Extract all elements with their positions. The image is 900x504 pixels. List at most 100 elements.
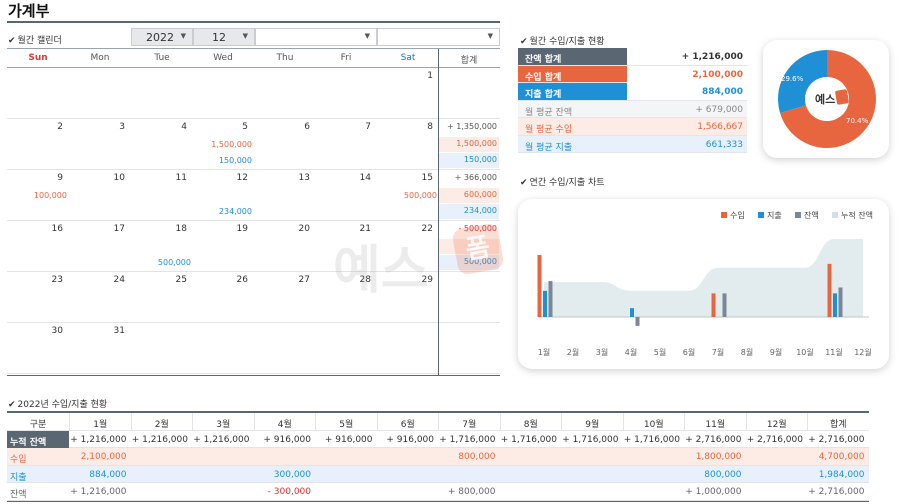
yearly-header-cell: 2월 — [130, 413, 193, 430]
x-tick-label: 2월 — [567, 347, 579, 357]
yearly-cell: + 916,000 — [263, 434, 311, 445]
legend-swatch — [832, 212, 838, 218]
yearly-table-section-label: ✔ 2022년 수입/지출 현황 — [8, 397, 107, 410]
donut-card: 예스 29.6% 70.4% — [763, 40, 889, 158]
calendar-day-cell[interactable]: 6 — [254, 119, 316, 170]
x-tick-label: 12월 — [854, 347, 872, 357]
calendar-week-row: 9 100,000 10 11 12 234,000 13 14 15 500,000 + 366,… — [7, 170, 500, 221]
day-number: 17 — [113, 224, 125, 234]
calendar-day-cell[interactable]: 30 — [7, 323, 69, 374]
calendar-day-cell[interactable]: 16 — [7, 221, 69, 272]
logo-badge — [835, 89, 849, 105]
yearly-cell — [623, 466, 685, 483]
yearly-cell: + 1,716,000 — [562, 434, 619, 445]
yearly-cell — [500, 466, 562, 483]
calendar-day-cell[interactable]: 5 1,500,000 150,000 — [192, 119, 254, 170]
calendar-day-cell[interactable]: 17 — [69, 221, 131, 272]
yearly-cell: + 2,716,000 — [808, 434, 865, 445]
title-divider — [7, 21, 500, 23]
day-number: 6 — [304, 122, 310, 132]
summary-row-avg-expense: 월 평균 지출 661,333 — [518, 135, 747, 153]
day-expense: 234,000 — [218, 207, 252, 216]
calendar-day-cell[interactable]: 27 — [254, 272, 316, 323]
calendar-week-row: 30 31 — [7, 323, 500, 374]
calendar-day-cell[interactable]: 31 — [69, 323, 131, 374]
calendar-day-cell[interactable]: 20 — [254, 221, 316, 272]
day-number: 9 — [57, 173, 63, 183]
check-icon: ✔ — [8, 36, 16, 46]
yearly-cell: + 1,216,000 — [193, 434, 250, 445]
yearly-header-cell: 8월 — [499, 413, 562, 430]
yearly-cell — [131, 448, 193, 465]
summary-value: 884,000 — [627, 83, 747, 100]
calendar-day-cell[interactable]: 10 — [69, 170, 131, 221]
total-column-divider — [438, 49, 439, 376]
calendar-day-cell[interactable] — [254, 68, 316, 119]
yearly-cell: + 1,000,000 — [685, 487, 742, 497]
summary-label: 월 평균 잔액 — [525, 107, 573, 118]
yearly-header-cell: 9월 — [561, 413, 623, 430]
calendar-day-cell[interactable]: 14 — [315, 170, 377, 221]
calendar-day-cell[interactable] — [377, 323, 439, 374]
yearly-cell: + 1,716,000 — [439, 434, 496, 445]
yearly-row-label: 지출 — [10, 472, 27, 483]
chevron-down-icon: ▼ — [180, 32, 186, 40]
calendar-day-cell[interactable]: 13 — [254, 170, 316, 221]
calendar-day-cell[interactable]: 7 — [315, 119, 377, 170]
calendar-day-cell[interactable]: 1 — [377, 68, 439, 119]
calendar-section-title: 월간 캘린더 — [17, 36, 62, 46]
yearly-cell — [315, 466, 377, 483]
yearly-cell — [746, 483, 808, 500]
calendar-day-cell[interactable] — [192, 68, 254, 119]
summary-section-label: ✔ 월간 수입/지출 현황 — [520, 34, 605, 47]
yearly-cell — [500, 448, 562, 465]
yearly-cell — [377, 448, 439, 465]
check-icon: ✔ — [8, 400, 16, 410]
calendar-day-cell[interactable] — [131, 323, 193, 374]
calendar-day-cell[interactable] — [69, 68, 131, 119]
week-total-cell: + 1,350,000 1,500,000 150,000 — [438, 119, 499, 170]
day-number: 7 — [365, 122, 371, 132]
calendar-day-cell[interactable]: 11 — [131, 170, 193, 221]
yearly-cell: + 1,216,000 — [70, 487, 127, 497]
calendar-day-cell[interactable] — [254, 323, 316, 374]
day-number: 24 — [113, 275, 125, 285]
calendar-day-cell[interactable] — [7, 68, 69, 119]
income-bar — [711, 293, 716, 317]
calendar-day-cell[interactable]: 3 — [69, 119, 131, 170]
calendar-day-cell[interactable]: 2 — [7, 119, 69, 170]
filter-select-1[interactable]: ▼ — [255, 28, 377, 46]
calendar-day-cell[interactable]: 23 — [7, 272, 69, 323]
day-number: 1 — [427, 71, 433, 81]
calendar-day-cell[interactable] — [315, 68, 377, 119]
calendar-day-cell[interactable]: 19 — [192, 221, 254, 272]
calendar-day-cell[interactable]: 12 234,000 — [192, 170, 254, 221]
yearly-cell — [623, 448, 685, 465]
calendar-day-cell[interactable]: 9 100,000 — [7, 170, 69, 221]
yearly-cell: 4,700,000 — [818, 452, 865, 462]
year-select[interactable]: 2022 ▼ — [131, 28, 193, 46]
calendar-day-cell[interactable]: 18 500,000 — [131, 221, 193, 272]
yearly-header-cell: 12월 — [745, 413, 808, 430]
calendar-day-cell[interactable]: 25 — [131, 272, 193, 323]
calendar-day-cell[interactable]: 26 — [192, 272, 254, 323]
calendar-day-cell[interactable] — [131, 68, 193, 119]
weekday-thu: Thu — [276, 53, 294, 63]
summary-value: 661,333 — [705, 139, 743, 150]
x-tick-label: 8월 — [741, 347, 753, 357]
calendar-day-cell[interactable]: 4 — [131, 119, 193, 170]
day-number: 31 — [113, 326, 125, 336]
calendar-day-cell[interactable]: 8 — [377, 119, 439, 170]
calendar-day-cell[interactable] — [315, 323, 377, 374]
month-select[interactable]: 12 ▼ — [193, 28, 255, 46]
calendar-day-cell[interactable] — [192, 323, 254, 374]
calendar-day-cell[interactable]: 15 500,000 — [377, 170, 439, 221]
yearly-cell: 884,000 — [89, 469, 127, 480]
summary-row-income: 수입 합계 2,100,000 — [518, 65, 747, 83]
watermark-text: 예스 — [333, 241, 429, 301]
month-select-value: 12 — [212, 31, 226, 44]
yearly-cell: - 300,000 — [267, 487, 311, 497]
calendar-day-cell[interactable]: 24 — [69, 272, 131, 323]
filter-select-2[interactable]: ▼ — [377, 28, 500, 46]
x-tick-label: 4월 — [625, 347, 637, 357]
